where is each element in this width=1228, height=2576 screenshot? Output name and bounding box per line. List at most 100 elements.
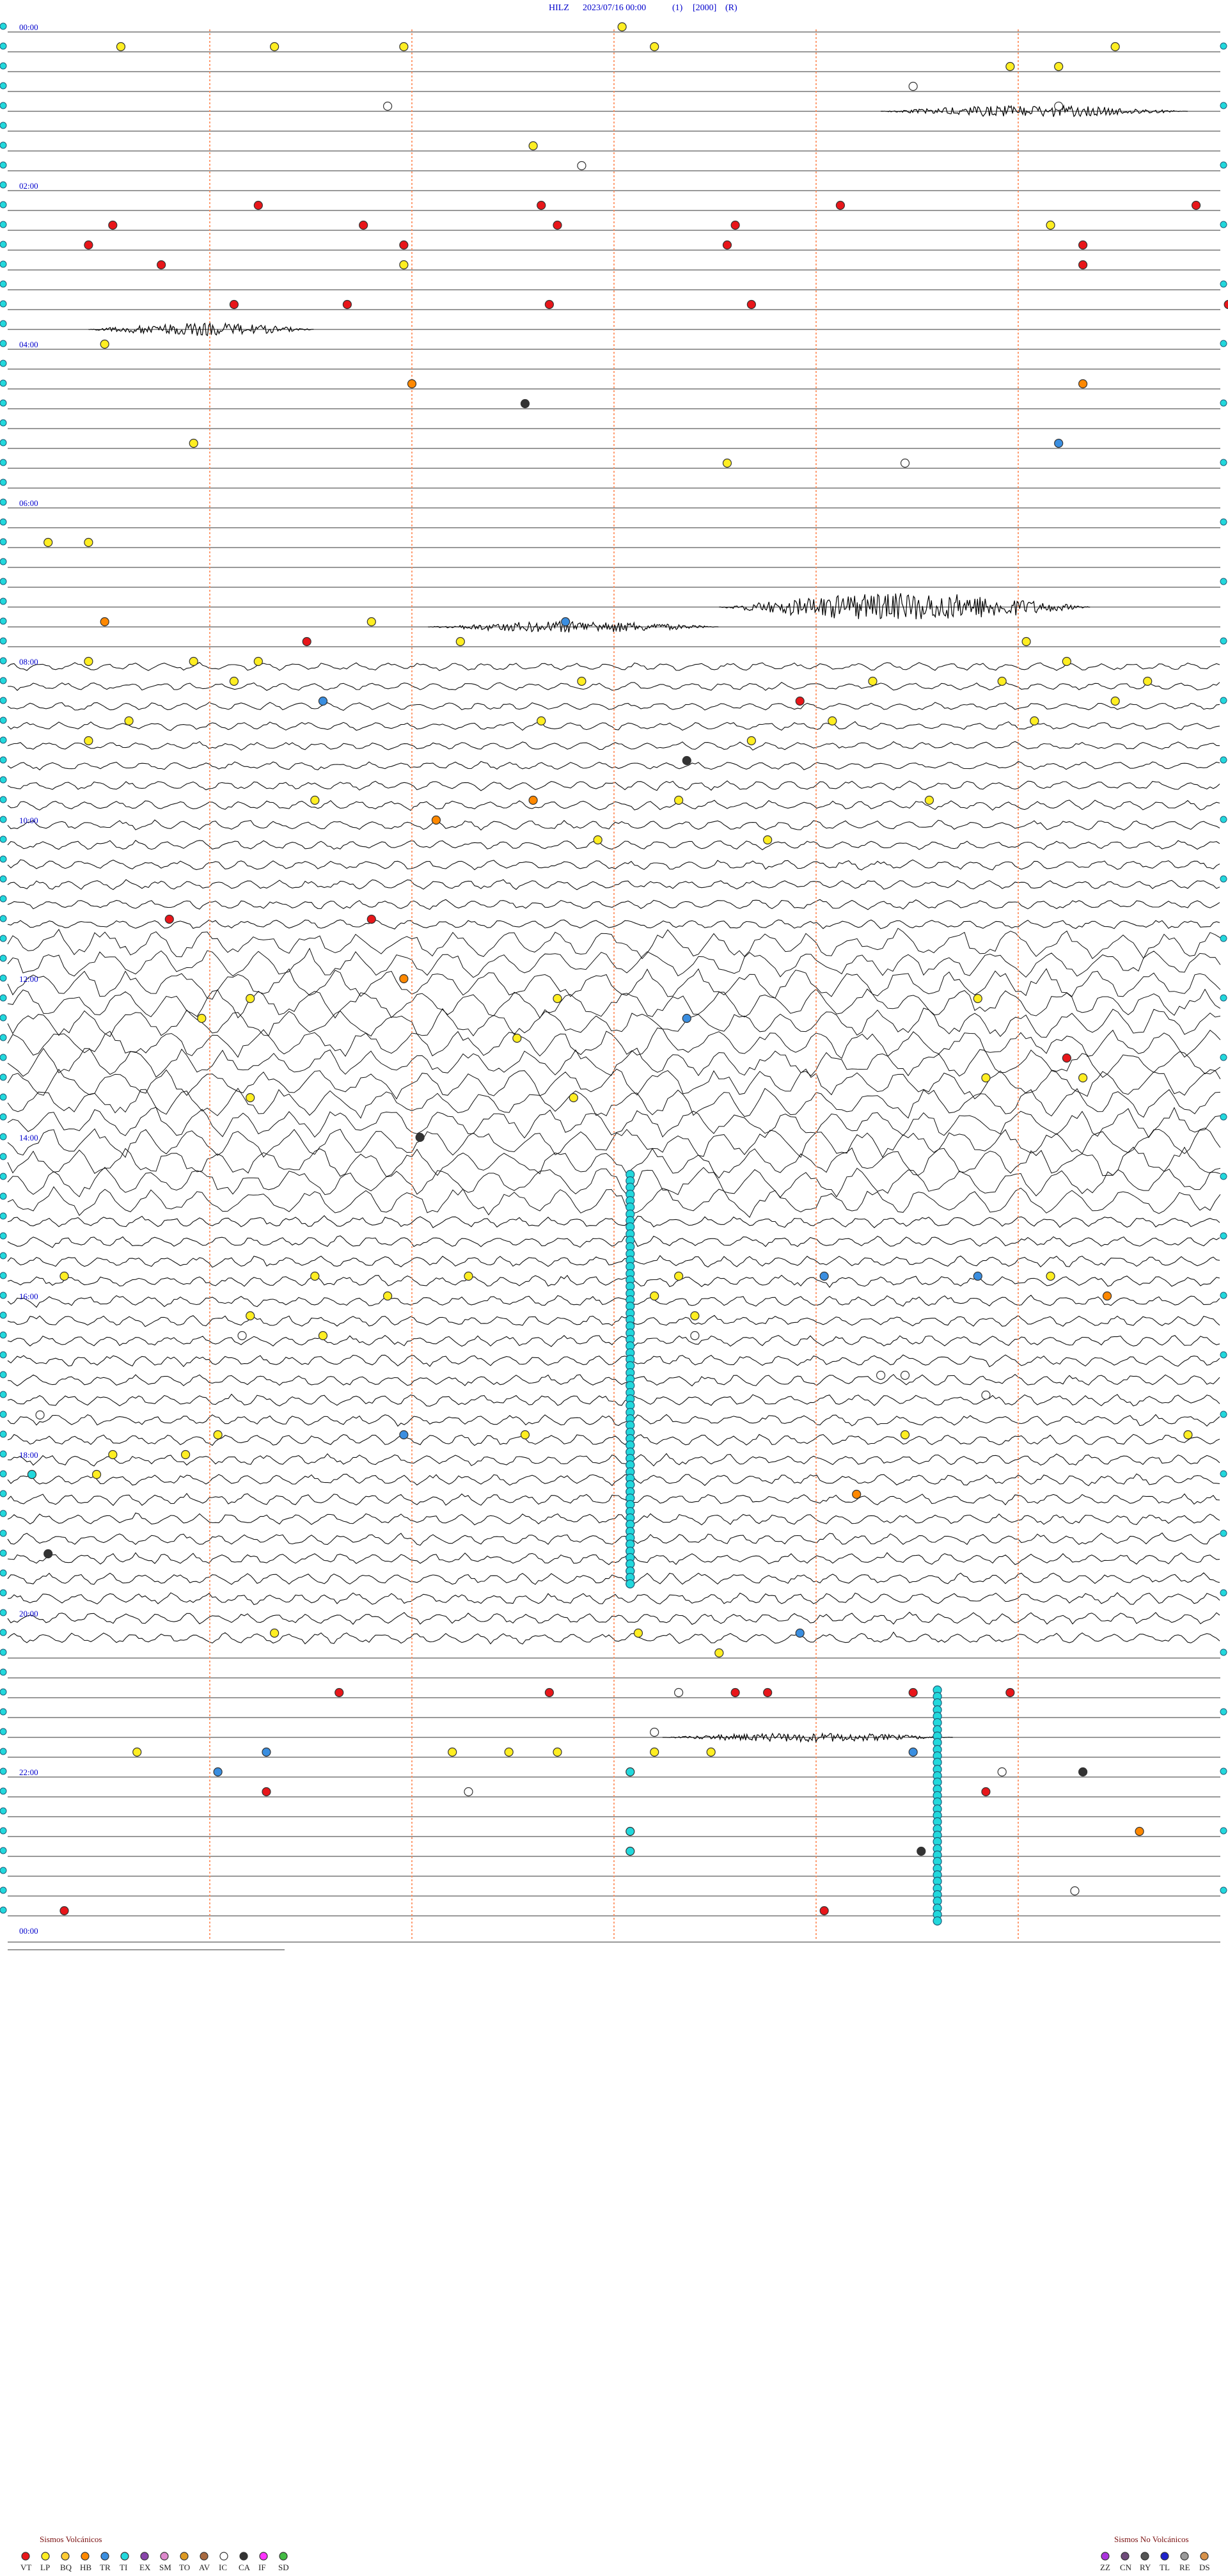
event-marker-LP xyxy=(197,1013,207,1023)
side-tick-right xyxy=(1220,1886,1227,1894)
event-marker-IC xyxy=(464,1787,473,1797)
side-tick-left xyxy=(0,855,7,863)
side-tick-left xyxy=(0,1510,7,1517)
event-marker-LP xyxy=(1046,220,1055,230)
mode-flag: (R) xyxy=(725,3,737,13)
event-marker-IC xyxy=(382,101,393,111)
side-tick-left xyxy=(0,935,7,942)
side-tick-left xyxy=(0,875,7,883)
legend-volcanic: Sismos Volcánicos VT LP BQ HB TR TI EX SM TO AV IC… xyxy=(20,2534,289,2572)
event-marker-CA xyxy=(43,1549,53,1559)
event-marker-LP xyxy=(270,42,279,52)
side-tick-left xyxy=(0,300,7,308)
legend-nonvolcanic-swatch xyxy=(1140,2552,1149,2561)
legend-volcanic-code: SM xyxy=(159,2563,171,2572)
event-marker-LP xyxy=(124,716,134,726)
side-tick-left xyxy=(0,1212,7,1220)
side-tick-right xyxy=(1220,1232,1227,1240)
side-tick-left xyxy=(0,1807,7,1815)
side-tick-left xyxy=(0,578,7,585)
event-marker-VT xyxy=(544,1687,554,1698)
legend-volcanic-code: TI xyxy=(120,2563,127,2572)
side-tick-right xyxy=(1220,1351,1227,1359)
side-tick-left xyxy=(0,1272,7,1279)
side-tick-left xyxy=(0,1371,7,1379)
event-marker-CA xyxy=(1078,1767,1088,1777)
legend-volcanic-code: EX xyxy=(139,2563,151,2572)
event-marker-TR xyxy=(561,617,571,627)
side-tick-left xyxy=(0,1589,7,1597)
side-tick-left xyxy=(0,1430,7,1438)
side-tick-left xyxy=(0,22,7,30)
legend-volcanic-code: SD xyxy=(278,2563,289,2572)
legend-volcanic-swatch xyxy=(120,2552,129,2561)
event-marker-LP xyxy=(382,1291,393,1301)
side-tick-right xyxy=(1220,1173,1227,1180)
side-tick-left xyxy=(0,994,7,1002)
event-marker-CA xyxy=(415,1132,425,1142)
event-marker-VT xyxy=(164,914,174,924)
side-tick-right xyxy=(1220,935,1227,942)
event-marker-LP xyxy=(650,1747,659,1757)
event-marker-TI xyxy=(27,1469,37,1480)
side-tick-right xyxy=(1220,1827,1227,1835)
side-tick-left xyxy=(0,161,7,169)
event-marker-LP xyxy=(981,1073,991,1083)
event-marker-LP xyxy=(553,993,562,1004)
event-marker-LP xyxy=(189,656,198,667)
event-marker-TR xyxy=(399,1430,409,1440)
event-marker-VT xyxy=(253,200,263,210)
side-tick-left xyxy=(0,954,7,962)
event-marker-VT xyxy=(59,1906,69,1916)
side-tick-left xyxy=(0,736,7,744)
side-tick-left xyxy=(0,1529,7,1537)
side-tick-left xyxy=(0,320,7,328)
event-marker-TI xyxy=(933,1916,942,1926)
event-marker-IC xyxy=(908,81,918,91)
event-marker-LP xyxy=(84,736,93,746)
side-tick-left xyxy=(0,1232,7,1240)
side-tick-right xyxy=(1220,1529,1227,1537)
legend-volcanic-swatch xyxy=(259,2552,268,2561)
event-marker-LP xyxy=(520,1430,530,1440)
trace-line xyxy=(7,1473,1220,1487)
event-marker-IC xyxy=(900,1370,910,1380)
event-marker-IC xyxy=(981,1390,991,1400)
event-marker-VT xyxy=(908,1687,918,1698)
hour-label: 14:00 xyxy=(19,1133,38,1142)
side-tick-right xyxy=(1220,1708,1227,1716)
side-tick-left xyxy=(0,1331,7,1339)
side-tick-left xyxy=(0,776,7,784)
event-marker-HB xyxy=(1102,1291,1112,1301)
event-marker-HB xyxy=(431,815,441,825)
event-marker-LP xyxy=(746,736,756,746)
component-flag: (1) xyxy=(672,3,683,13)
event-marker-TI xyxy=(626,1826,635,1837)
side-tick-left xyxy=(0,1827,7,1835)
event-marker-TR xyxy=(908,1747,918,1757)
event-marker-LP xyxy=(1046,1271,1055,1281)
event-marker-HB xyxy=(399,974,409,984)
side-tick-right xyxy=(1220,221,1227,228)
event-marker-TI xyxy=(626,1846,635,1856)
event-marker-HB xyxy=(100,617,109,627)
side-tick-left xyxy=(0,1886,7,1894)
side-tick-right xyxy=(1220,1648,1227,1656)
trace-line xyxy=(7,1592,1220,1606)
event-marker-IC xyxy=(577,161,586,171)
event-marker-LP xyxy=(464,1271,473,1281)
event-marker-LP xyxy=(674,795,684,805)
legend-volcanic-code: VT xyxy=(20,2563,31,2572)
hour-label: 10:00 xyxy=(19,816,38,825)
side-tick-left xyxy=(0,816,7,823)
legend-nonvolcanic-code: ZZ xyxy=(1100,2563,1110,2572)
side-tick-left xyxy=(0,597,7,605)
side-tick-left xyxy=(0,1490,7,1497)
legend-volcanic-swatch xyxy=(140,2552,149,2561)
legend-volcanic-code: TR xyxy=(100,2563,111,2572)
event-marker-TR xyxy=(973,1271,982,1281)
event-waveform xyxy=(719,593,1090,620)
event-marker-LP xyxy=(1021,636,1031,647)
event-marker-VT xyxy=(819,1906,829,1916)
legend-volcanic-swatch xyxy=(100,2552,109,2561)
